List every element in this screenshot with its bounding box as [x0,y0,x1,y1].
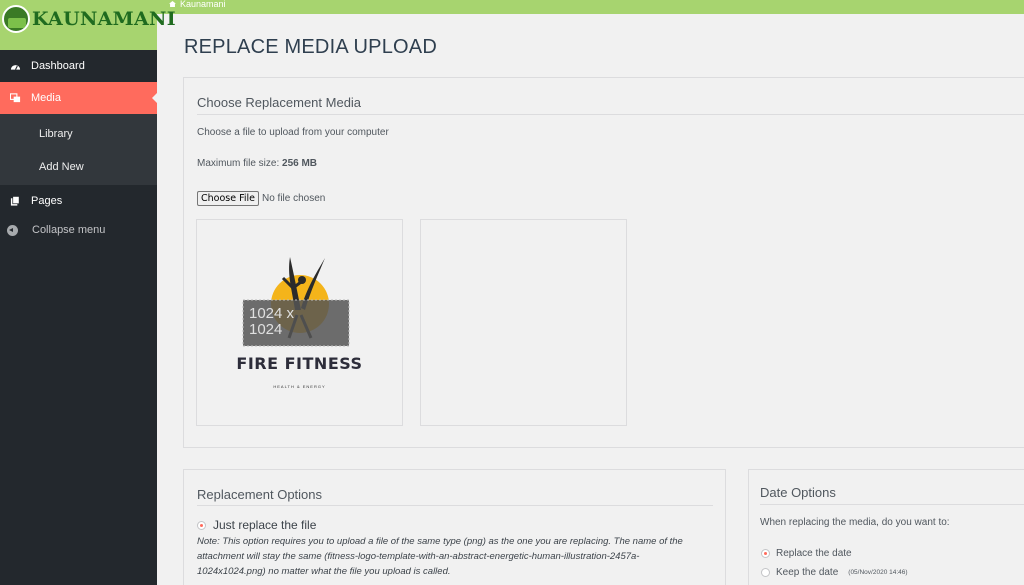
replace-file-radio[interactable] [197,520,206,530]
submenu-item-library[interactable]: Library [0,117,157,150]
media-icon [10,93,21,103]
upload-instruction: Choose a file to upload from your comput… [197,127,389,138]
file-status: No file chosen [262,193,326,204]
sidebar-item-pages[interactable]: Pages [0,185,157,217]
keep-date-radio[interactable] [761,568,770,577]
page-title: REPLACE MEDIA UPLOAD [184,36,437,58]
admin-bar-site-name[interactable]: Kaunamani [180,0,226,9]
sidebar-item-media[interactable]: Media [0,82,157,114]
sidebar-item-label: Dashboard [31,60,85,72]
new-image-preview [420,219,627,426]
keep-date-detail: (05/Nov/2020 14:46) [848,569,908,576]
date-options-question: When replacing the media, do you want to… [760,517,950,528]
max-file-size: Maximum file size: 256 MB [197,158,317,169]
logo-tagline: HEALTH & ENERGY [273,384,326,389]
divider [197,114,1024,115]
replacement-note: Note: This option requires you to upload… [197,536,683,577]
replace-date-label: Replace the date [776,548,852,559]
image-dimensions: 1024 x 1024 [249,306,294,338]
admin-bar: Kaunamani [157,0,1024,14]
divider [197,505,713,506]
media-submenu: Library Add New [0,114,157,185]
collapse-arrow-icon [7,224,18,236]
keep-date-label: Keep the date [776,567,839,578]
choose-file-button[interactable]: Choose File [197,191,259,206]
sidebar-item-label: Pages [31,195,63,207]
logo-text: KAUNAMANI [32,8,176,30]
replace-date-option[interactable]: Replace the date [761,548,852,559]
date-options-heading: Date Options [760,485,836,500]
image-dimensions-line1: 1024 x [249,305,295,322]
replace-date-radio[interactable] [761,549,770,558]
sidebar-item-label: Media [31,92,61,104]
max-file-size-value: 256 MB [282,158,318,169]
max-file-size-label: Maximum file size: [197,158,283,169]
collapse-menu-label: Collapse menu [32,224,106,236]
site-logo[interactable]: KAUNAMANI [0,0,176,50]
replace-file-label: Just replace the file [213,518,317,532]
logo-emblem-icon [2,5,30,33]
sidebar-item-dashboard[interactable]: Dashboard [0,50,157,82]
logo-title: FIRE FITNESS [236,354,363,373]
submenu-item-add-new[interactable]: Add New [0,150,157,183]
keep-date-option[interactable]: Keep the date (05/Nov/2020 14:46) [761,567,908,578]
current-image-preview: 1024 x 1024 FIRE FITNESS HEALTH & ENERGY [196,219,403,426]
replacement-options-heading: Replacement Options [197,487,323,502]
pages-icon [10,196,20,206]
upload-panel-heading: Choose Replacement Media [197,95,362,110]
divider [760,504,1024,505]
collapse-menu-button[interactable]: Collapse menu [0,217,157,243]
home-icon[interactable] [169,1,176,7]
fitness-logo-image [242,257,350,347]
replace-file-option[interactable]: Just replace the file [197,518,316,532]
admin-sidebar: KAUNAMANI Dashboard Media Library Add Ne… [0,0,176,585]
dashboard-icon [10,65,21,70]
image-dimensions-line2: 1024 [249,321,283,338]
